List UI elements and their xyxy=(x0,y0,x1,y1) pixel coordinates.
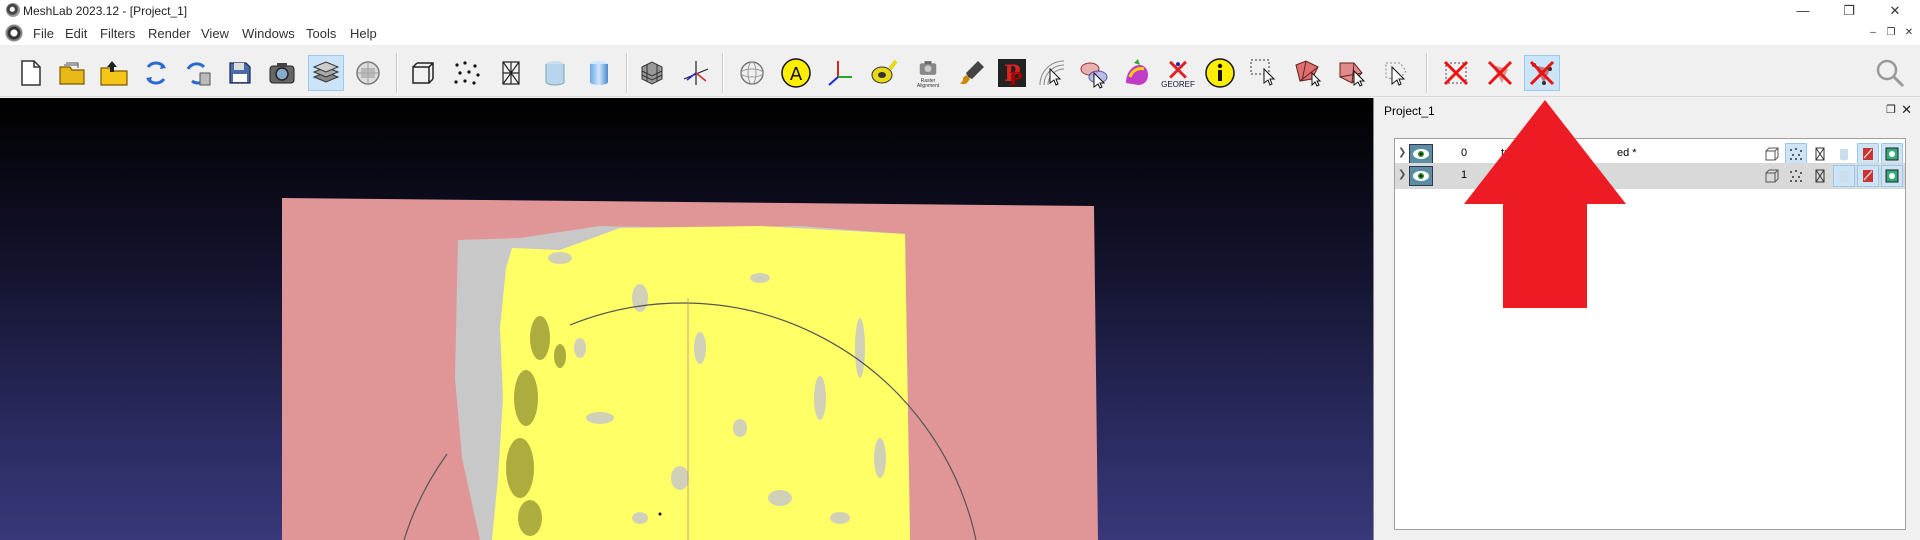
flat-toggle-icon[interactable] xyxy=(1833,143,1855,165)
menu-help[interactable]: Help xyxy=(350,26,377,41)
chevron-right-icon[interactable]: ❯ xyxy=(1398,169,1406,180)
menu-windows[interactable]: Windows xyxy=(242,26,295,41)
search-icon[interactable] xyxy=(1872,55,1908,91)
texture-paint-icon[interactable] xyxy=(1118,55,1154,91)
svg-text:P: P xyxy=(1009,69,1023,89)
flat-toggle-icon[interactable] xyxy=(1833,165,1855,187)
red-pointer-arrow xyxy=(1464,100,1626,308)
title-bar: MeshLab 2023.12 - [Project_1] — ❐ ✕ xyxy=(0,0,1920,21)
menu-filters[interactable]: Filters xyxy=(100,26,135,41)
toolbar-separator xyxy=(626,53,628,93)
delete-faces-vertices-icon[interactable] xyxy=(1524,55,1560,91)
measure-tape-icon[interactable] xyxy=(866,55,902,91)
points-toggle-icon[interactable] xyxy=(1785,165,1807,187)
smooth-shading-icon[interactable] xyxy=(581,55,617,91)
mdi-restore-button[interactable]: ❐ xyxy=(1884,27,1898,39)
georef-label: GEOREF xyxy=(1161,79,1195,89)
delete-vertices-icon[interactable] xyxy=(1438,55,1474,91)
color-toggle-icon[interactable] xyxy=(1857,143,1879,165)
align-tool-icon[interactable] xyxy=(1076,55,1112,91)
mesh-render xyxy=(282,198,1098,540)
toolbar-separator xyxy=(396,53,398,93)
info-icon[interactable] xyxy=(1202,55,1238,91)
panel-close-button[interactable]: ✕ xyxy=(1901,102,1912,118)
menu-bar: File Edit Filters Render View Windows To… xyxy=(0,21,1920,45)
mdi-close-button[interactable]: ✕ xyxy=(1902,27,1916,39)
menu-render[interactable]: Render xyxy=(148,26,191,41)
manipulator-axes-icon[interactable] xyxy=(822,55,858,91)
wire-toggle-icon[interactable] xyxy=(1809,165,1831,187)
panel-float-button[interactable]: ❐ xyxy=(1886,103,1896,116)
main-toolbar: A Raster Alignment PP GEOREF xyxy=(0,45,1920,97)
paint-brush-icon[interactable] xyxy=(954,55,990,91)
points-toggle-icon[interactable] xyxy=(1785,143,1807,165)
menu-tools[interactable]: Tools xyxy=(306,26,336,41)
bbox-toggle-icon[interactable] xyxy=(1761,165,1783,187)
select-vertices-icon[interactable] xyxy=(1378,55,1414,91)
reload-icon[interactable] xyxy=(138,55,174,91)
import-mesh-icon[interactable] xyxy=(96,55,132,91)
point-picker-icon[interactable]: PP xyxy=(994,55,1030,91)
delete-faces-icon[interactable] xyxy=(1482,55,1518,91)
wireframe-icon[interactable] xyxy=(493,55,529,91)
texture-toggle-icon[interactable] xyxy=(1881,165,1903,187)
close-button[interactable]: ✕ xyxy=(1872,0,1918,21)
panel-title: Project_1 xyxy=(1384,104,1435,118)
trackball-center xyxy=(658,512,662,516)
georef-button[interactable]: GEOREF xyxy=(1160,55,1196,91)
raster-alignment-button[interactable]: Raster Alignment xyxy=(910,55,946,91)
eye-icon[interactable] xyxy=(1409,144,1433,164)
layer-render-toggles xyxy=(1761,143,1903,165)
meshlab-logo-icon[interactable] xyxy=(4,24,24,42)
color-toggle-icon[interactable] xyxy=(1857,165,1879,187)
toolbar-separator xyxy=(722,53,724,93)
save-icon[interactable] xyxy=(222,55,258,91)
open-project-icon[interactable] xyxy=(54,55,90,91)
restore-button[interactable]: ❐ xyxy=(1826,0,1872,21)
chevron-right-icon[interactable]: ❯ xyxy=(1398,147,1406,158)
select-vertices-radius-icon[interactable] xyxy=(1034,55,1070,91)
points-render-icon[interactable] xyxy=(449,55,485,91)
3d-viewport[interactable] xyxy=(0,98,1374,540)
select-connected-icon[interactable] xyxy=(1334,55,1370,91)
eye-icon[interactable] xyxy=(1409,166,1433,186)
annotation-icon[interactable]: A xyxy=(778,55,814,91)
menu-file[interactable]: File xyxy=(33,26,54,41)
bounding-box-icon[interactable] xyxy=(405,55,441,91)
wire-toggle-icon[interactable] xyxy=(1809,143,1831,165)
yellow-mesh-layer xyxy=(492,226,910,540)
texture-toggle-icon[interactable] xyxy=(1881,143,1903,165)
minimize-button[interactable]: — xyxy=(1780,0,1826,21)
layer-render-toggles xyxy=(1761,165,1903,187)
flat-shading-icon[interactable] xyxy=(537,55,573,91)
raster-layer-icon[interactable] xyxy=(350,55,386,91)
svg-text:A: A xyxy=(790,64,803,85)
snapshot-icon[interactable] xyxy=(264,55,300,91)
menu-edit[interactable]: Edit xyxy=(65,26,87,41)
reload-all-icon[interactable] xyxy=(180,55,216,91)
toolbar-separator xyxy=(1426,53,1428,93)
sphere-trackball-icon[interactable] xyxy=(734,55,770,91)
axes-icon[interactable] xyxy=(678,55,714,91)
select-faces-icon[interactable] xyxy=(1290,55,1326,91)
meshlab-app-icon xyxy=(6,3,20,17)
meshlab-window: MeshLab 2023.12 - [Project_1] — ❐ ✕ File… xyxy=(0,0,1920,540)
project-panel: Project_1 ❐ ✕ ❯ 0 trts ed * xyxy=(1376,98,1920,540)
mdi-minimize-button[interactable]: – xyxy=(1866,27,1880,39)
window-title: MeshLab 2023.12 - [Project_1] xyxy=(23,4,188,18)
bbox-toggle-icon[interactable] xyxy=(1761,143,1783,165)
raster-alignment-label: Raster Alignment xyxy=(916,78,940,89)
menu-view[interactable]: View xyxy=(201,26,229,41)
new-project-icon[interactable] xyxy=(12,55,48,91)
layer-dialog-icon[interactable] xyxy=(308,55,344,91)
trackball-grid-icon[interactable] xyxy=(634,55,670,91)
select-region-icon[interactable] xyxy=(1246,55,1282,91)
